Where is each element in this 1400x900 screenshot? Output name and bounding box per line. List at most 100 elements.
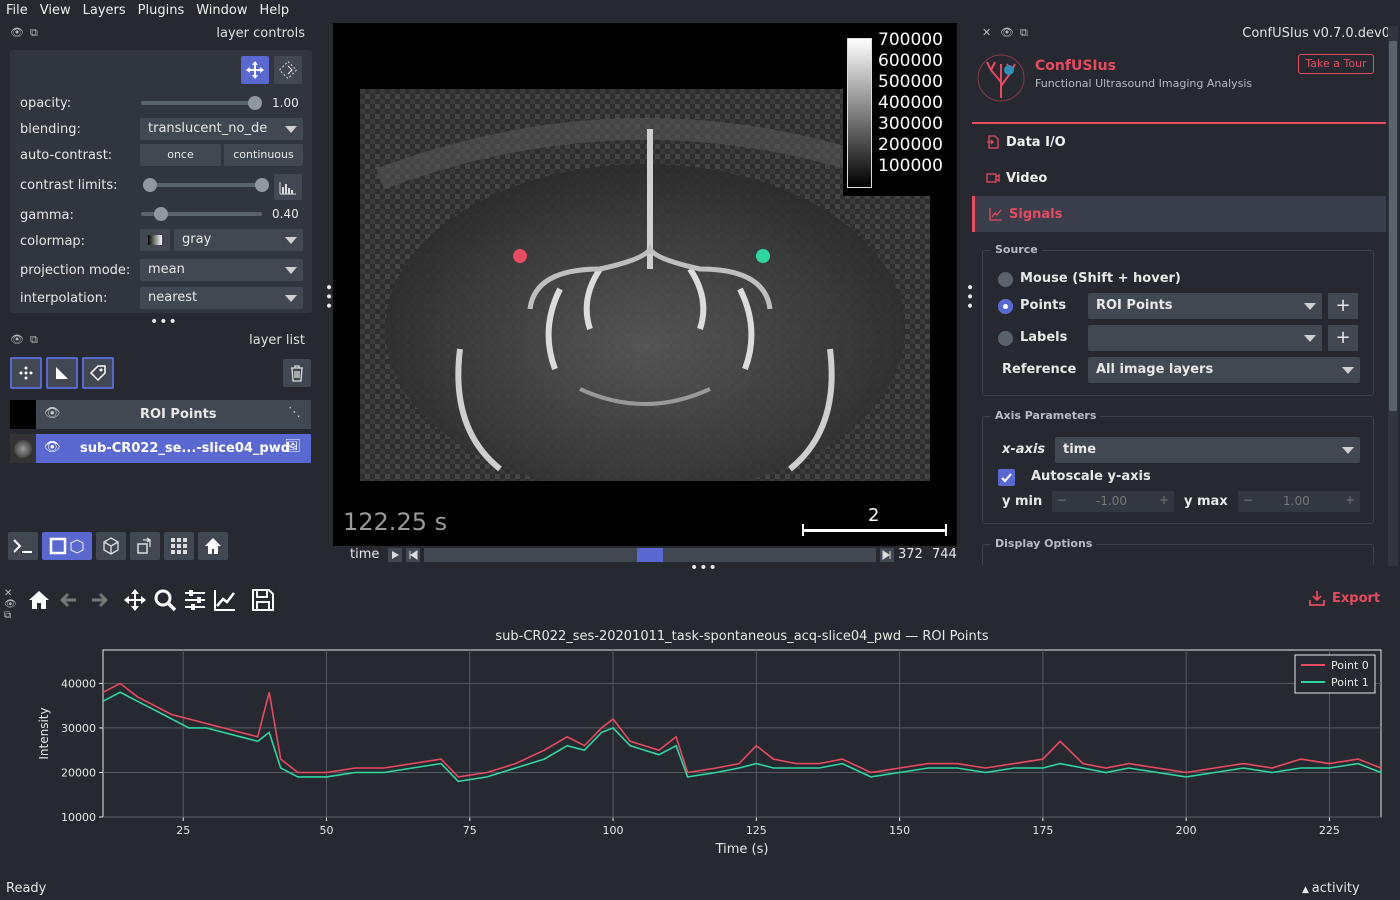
eye-icon[interactable]: 👁 xyxy=(1000,26,1014,39)
home-icon[interactable] xyxy=(26,587,52,613)
tab-label: Signals xyxy=(1009,206,1063,222)
ymin-spinbox[interactable]: − -1.00 + xyxy=(1052,491,1174,512)
x-axis-label: Time (s) xyxy=(715,842,769,857)
save-icon[interactable] xyxy=(250,587,276,613)
autocontrast-continuous-button[interactable]: continuous xyxy=(224,144,303,166)
roll-dims-button[interactable] xyxy=(96,532,126,560)
time-slider[interactable] xyxy=(424,548,876,562)
horizontal-splitter[interactable]: ••• xyxy=(0,560,1400,576)
plus-icon[interactable]: + xyxy=(1345,493,1355,507)
contrast-max-handle[interactable] xyxy=(255,178,269,192)
interpolation-select[interactable]: nearest xyxy=(140,287,303,309)
reference-select[interactable]: All image layers xyxy=(1088,357,1360,383)
gamma-slider-handle[interactable] xyxy=(154,207,168,221)
menu-layers[interactable]: Layers xyxy=(77,3,132,18)
roi-point-1[interactable] xyxy=(756,249,770,263)
menu-window[interactable]: Window xyxy=(190,3,253,18)
transpose-button[interactable] xyxy=(130,532,160,560)
viewer-canvas[interactable]: 700000 600000 500000 400000 300000 20000… xyxy=(333,23,957,546)
axes-edit-icon[interactable] xyxy=(212,587,238,613)
export-button[interactable]: Export xyxy=(1308,588,1388,608)
minus-icon[interactable]: − xyxy=(1057,493,1067,507)
tab-video[interactable]: Video xyxy=(972,160,1386,196)
zoom-icon[interactable] xyxy=(152,587,178,613)
opacity-slider[interactable] xyxy=(141,96,262,110)
activity-button[interactable]: ▲ activity xyxy=(1302,881,1360,896)
time-slider-handle[interactable] xyxy=(637,548,663,562)
float-icon[interactable]: ⧉ xyxy=(1020,26,1028,40)
blending-select[interactable]: translucent_no_de xyxy=(140,118,303,140)
labels-layer-select[interactable] xyxy=(1088,325,1322,351)
pan-icon[interactable] xyxy=(122,587,148,613)
layer-row[interactable]: 👁 sub-CR022_se...-slice04_pwd 🖼 xyxy=(10,434,311,463)
projection-select[interactable]: mean xyxy=(140,259,303,281)
new-points-layer-button[interactable] xyxy=(10,357,42,389)
ymax-spinbox[interactable]: − 1.00 + xyxy=(1238,491,1360,512)
eye-icon[interactable]: 👁 xyxy=(10,26,24,39)
xaxis-select[interactable]: time xyxy=(1055,437,1360,463)
close-icon[interactable]: ✕ xyxy=(982,26,991,39)
dim-current-index[interactable]: 372 xyxy=(898,547,923,562)
chevron-down-icon xyxy=(1342,447,1354,454)
step-forward-button[interactable] xyxy=(880,548,894,562)
float-icon[interactable]: ⧉ xyxy=(30,26,38,40)
float-icon[interactable]: ⧉ xyxy=(4,610,18,621)
opacity-slider-handle[interactable] xyxy=(248,96,262,110)
configure-subplots-icon[interactable] xyxy=(182,587,208,613)
add-labels-layer-button[interactable]: + xyxy=(1328,325,1358,351)
contrast-min-handle[interactable] xyxy=(143,178,157,192)
mouse-radio[interactable] xyxy=(998,272,1013,287)
autoscale-checkbox[interactable] xyxy=(998,469,1015,486)
chevron-down-icon xyxy=(285,126,297,133)
step-back-button[interactable] xyxy=(406,548,420,562)
close-icon[interactable]: ✕ xyxy=(4,588,18,599)
signal-plot[interactable]: sub-CR022_ses-20201011_task-spontaneous_… xyxy=(10,625,1390,865)
colormap-select[interactable]: gray xyxy=(174,229,303,251)
play-button[interactable] xyxy=(388,548,402,562)
tab-data-io[interactable]: Data I/O xyxy=(972,124,1386,160)
tab-signals[interactable]: Signals xyxy=(972,196,1386,232)
delete-layer-button[interactable] xyxy=(283,359,311,387)
splitter-handle[interactable]: ••• xyxy=(150,314,178,330)
layer-row[interactable]: 👁 ROI Points ⋱ xyxy=(10,400,311,429)
take-tour-button[interactable]: Take a Tour xyxy=(1298,54,1374,74)
chevron-down-icon xyxy=(285,295,297,302)
forward-arrow-icon[interactable] xyxy=(86,587,112,613)
visibility-eye-icon[interactable]: 👁 xyxy=(44,440,61,455)
gamma-label: gamma: xyxy=(20,208,74,223)
histogram-button[interactable] xyxy=(274,174,302,200)
new-shapes-layer-button[interactable] xyxy=(46,357,78,389)
ndisplay-button[interactable] xyxy=(42,532,92,560)
plus-icon[interactable]: + xyxy=(1159,493,1169,507)
transform-button[interactable] xyxy=(274,56,302,84)
plugin-scrollbar[interactable] xyxy=(1388,26,1398,566)
menu-plugins[interactable]: Plugins xyxy=(132,3,191,18)
gamma-slider[interactable] xyxy=(141,207,262,221)
autocontrast-once-button[interactable]: once xyxy=(140,144,221,166)
points-layer-select[interactable]: ROI Points xyxy=(1088,293,1322,319)
back-arrow-icon[interactable] xyxy=(56,587,82,613)
home-view-button[interactable] xyxy=(198,532,228,560)
menu-help[interactable]: Help xyxy=(254,3,296,18)
splitter-handle[interactable]: ••• xyxy=(961,283,977,311)
points-radio[interactable] xyxy=(998,299,1013,314)
pan-zoom-button[interactable] xyxy=(241,56,269,84)
blending-value: translucent_no_de xyxy=(148,121,268,136)
float-icon[interactable]: ⧉ xyxy=(30,333,38,347)
new-labels-layer-button[interactable] xyxy=(82,357,114,389)
contrast-limits-slider[interactable] xyxy=(143,178,269,192)
console-button[interactable] xyxy=(8,532,38,560)
visibility-eye-icon[interactable]: 👁 xyxy=(44,406,61,421)
activity-label: activity xyxy=(1311,881,1360,896)
minus-icon[interactable]: − xyxy=(1243,493,1253,507)
labels-radio[interactable] xyxy=(998,331,1013,346)
roi-point-0[interactable] xyxy=(513,249,527,263)
eye-icon[interactable]: 👁 xyxy=(4,599,18,610)
menu-file[interactable]: File xyxy=(0,3,34,18)
add-points-layer-button[interactable]: + xyxy=(1328,293,1358,319)
scrollbar-thumb[interactable] xyxy=(1389,41,1397,411)
eye-icon[interactable]: 👁 xyxy=(10,333,24,346)
menu-view[interactable]: View xyxy=(34,3,77,18)
dim-total-count: 744 xyxy=(932,547,957,562)
grid-view-button[interactable] xyxy=(164,532,194,560)
